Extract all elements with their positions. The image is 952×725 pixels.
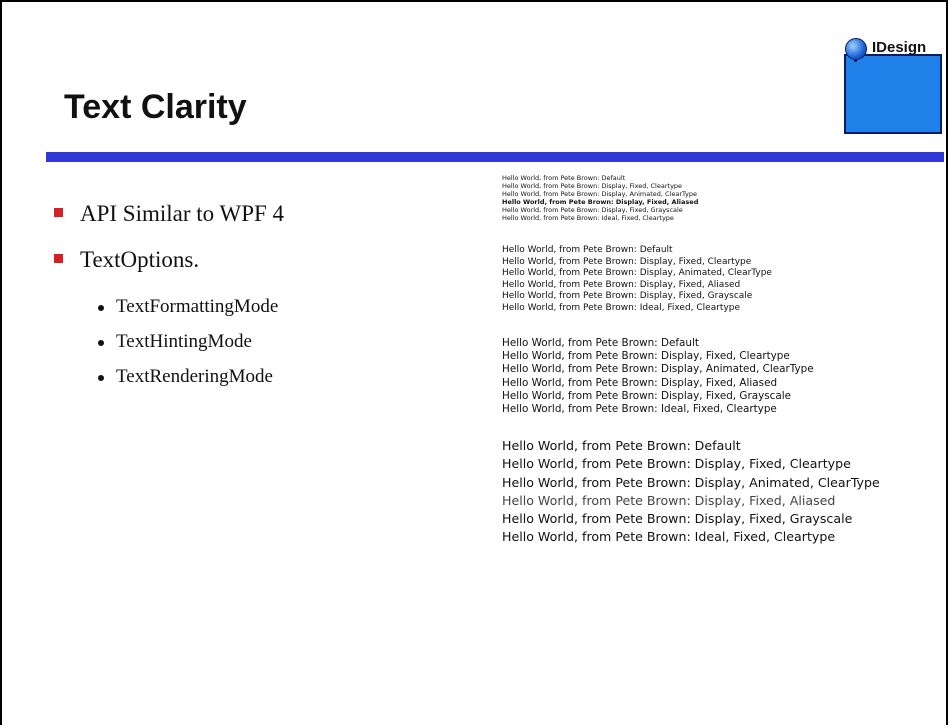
sample-line: Hello World, from Pete Brown: Display, F…	[502, 206, 683, 214]
sample-group: Hello World, from Pete Brown: Default He…	[502, 245, 880, 314]
sample-group: Hello World, from Pete Brown: Default He…	[502, 437, 880, 546]
bullet-text: TextOptions.	[80, 247, 200, 272]
sample-line: Hello World, from Pete Brown: Display, F…	[502, 350, 790, 363]
bullet-item: API Similar to WPF 4	[54, 194, 284, 240]
square-bullet-icon	[54, 208, 63, 217]
text-rendering-samples: Hello World, from Pete Brown: Default He…	[502, 174, 880, 546]
square-bullet-icon	[54, 254, 63, 263]
sample-line: Hello World, from Pete Brown: Display, A…	[502, 190, 697, 198]
sample-line: Hello World, from Pete Brown: Default	[502, 337, 699, 349]
bullet-list: API Similar to WPF 4 TextOptions.	[54, 194, 284, 286]
sample-line: Hello World, from Pete Brown: Display, A…	[502, 474, 880, 490]
sample-line: Hello World, from Pete Brown: Display, F…	[502, 456, 851, 472]
sub-bullet-item: TextFormattingMode	[96, 290, 278, 325]
logo-ball-icon	[845, 38, 867, 60]
sub-bullet-item: TextRenderingMode	[96, 360, 278, 395]
sample-line: Hello World, from Pete Brown: Display, F…	[502, 256, 752, 267]
sample-line: Hello World, from Pete Brown: Display, F…	[502, 182, 683, 190]
dot-bullet-icon	[98, 305, 104, 311]
sample-line: Hello World, from Pete Brown: Display, F…	[502, 389, 792, 402]
sample-line: Hello World, from Pete Brown: Ideal, Fix…	[502, 529, 836, 545]
sub-bullet-list: TextFormattingMode TextHintingMode TextR…	[80, 290, 278, 395]
dot-bullet-icon	[98, 375, 104, 381]
slide-title: Text Clarity	[64, 88, 247, 126]
sample-line: Hello World, from Pete Brown: Default	[502, 438, 741, 454]
bullet-text: API Similar to WPF 4	[80, 201, 285, 226]
sub-bullet-text: TextRenderingMode	[116, 366, 273, 387]
sample-line: Hello World, from Pete Brown: Ideal, Fix…	[502, 403, 777, 416]
sub-bullet-item: TextHintingMode	[96, 325, 278, 360]
sample-line: Hello World, from Pete Brown: Ideal, Fix…	[502, 214, 674, 222]
bullet-item: TextOptions.	[54, 240, 284, 286]
idesign-logo: IDesign	[830, 30, 942, 134]
slide: Text Clarity IDesign API Similar to WPF …	[0, 0, 948, 725]
sample-line: Hello World, from Pete Brown: Display, A…	[502, 268, 772, 278]
logo-text: IDesign	[872, 39, 927, 56]
sample-line: Hello World, from Pete Brown: Default	[502, 245, 673, 255]
sample-line: Hello World, from Pete Brown: Display, F…	[502, 279, 741, 290]
title-rule	[46, 152, 944, 162]
sub-bullet-text: TextFormattingMode	[116, 296, 279, 317]
sample-line: Hello World, from Pete Brown: Display, F…	[502, 291, 753, 301]
sample-line: Hello World, from Pete Brown: Display, F…	[502, 492, 836, 508]
sample-group: Hello World, from Pete Brown: Default He…	[502, 337, 880, 416]
logo-box	[844, 54, 942, 134]
sample-line: Hello World, from Pete Brown: Default	[502, 174, 626, 182]
sample-line: Hello World, from Pete Brown: Display, F…	[502, 376, 778, 389]
sub-bullet-text: TextHintingMode	[116, 331, 252, 352]
sample-line: Hello World, from Pete Brown: Display, F…	[502, 511, 853, 527]
sample-group: Hello World, from Pete Brown: Default He…	[502, 174, 880, 222]
sample-line: Hello World, from Pete Brown: Display, F…	[502, 198, 699, 206]
sample-line: Hello World, from Pete Brown: Display, A…	[502, 363, 814, 376]
sample-line: Hello World, from Pete Brown: Ideal, Fix…	[502, 302, 741, 313]
dot-bullet-icon	[98, 340, 104, 346]
